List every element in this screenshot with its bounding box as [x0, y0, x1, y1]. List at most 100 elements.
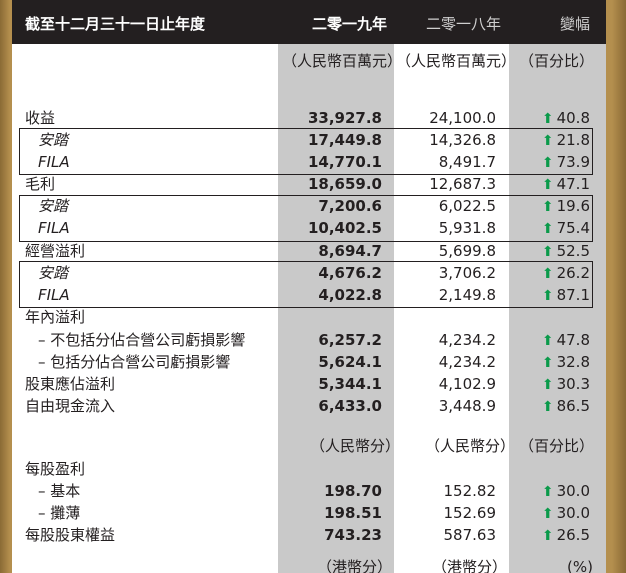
value-2018: 12,687.3 — [429, 175, 496, 193]
unit-2019-hk-cents: （港幣分） — [317, 558, 393, 573]
value-2019: 33,927.8 — [307, 109, 382, 127]
table-row: 安踏 7,200.6 6,022.5 ⬆ 19.6 — [12, 195, 606, 217]
value-2018: 152.82 — [443, 482, 497, 500]
row-label: 安踏 — [38, 264, 69, 282]
row-label: – 包括分佔合營公司虧損影響 — [38, 353, 231, 371]
table-row: – 攤薄 198.51 152.69 ⬆ 30.0 — [12, 502, 606, 524]
value-2019: 8,694.7 — [318, 242, 382, 260]
value-2018: 24,100.0 — [429, 109, 496, 127]
change-value: 87.1 — [556, 286, 590, 304]
change-value: 19.6 — [556, 197, 590, 215]
table-row: 經營溢利 8,694.7 5,699.8 ⬆ 52.5 — [12, 240, 606, 262]
table-row: 安踏 4,676.2 3,706.2 ⬆ 26.2 — [12, 262, 606, 284]
change-percent: ⬆ 30.0 — [542, 480, 590, 503]
change-value: 30.3 — [556, 375, 590, 393]
table-row: 自由現金流入 6,433.0 3,448.9 ⬆ 86.5 — [12, 395, 606, 417]
row-label: 每股盈利 — [25, 460, 86, 478]
change-percent: ⬆ 26.2 — [542, 262, 590, 285]
change-value: 32.8 — [556, 353, 590, 371]
table-row: 毛利 18,659.0 12,687.3 ⬆ 47.1 — [12, 173, 606, 195]
value-2018: 3,448.9 — [438, 397, 496, 415]
unit-2019-rmb-cents: （人民幣分） — [310, 437, 401, 455]
unit-2018-rmb-million: （人民幣百萬元） — [396, 52, 517, 70]
change-value: 30.0 — [556, 482, 590, 500]
row-label: FILA — [38, 219, 70, 237]
value-2019: 10,402.5 — [307, 219, 382, 237]
table-row: 年內溢利 — [12, 306, 606, 328]
row-label: 安踏 — [38, 131, 69, 149]
change-value: 75.4 — [556, 219, 590, 237]
change-percent: ⬆ 30.3 — [542, 373, 590, 396]
change-value: 47.1 — [556, 175, 590, 193]
row-label: – 攤薄 — [38, 504, 81, 522]
unit-2018-rmb-cents: （人民幣分） — [425, 437, 516, 455]
table-row: – 基本 198.70 152.82 ⬆ 30.0 — [12, 480, 606, 502]
change-percent: ⬆ 87.1 — [542, 284, 590, 307]
up-arrow-icon: ⬆ — [541, 288, 554, 304]
table-row: – 包括分佔合營公司虧損影響 5,624.1 4,234.2 ⬆ 32.8 — [12, 351, 606, 373]
value-2019: 4,676.2 — [318, 264, 382, 282]
value-2018: 4,234.2 — [438, 353, 496, 371]
table-row: – 不包括分佔合營公司虧損影響 6,257.2 4,234.2 ⬆ 47.8 — [12, 329, 606, 351]
unit-2019-rmb-million: （人民幣百萬元） — [282, 52, 403, 70]
change-percent: ⬆ 21.8 — [542, 129, 590, 152]
value-2019: 7,200.6 — [318, 197, 382, 215]
unit-change-percent-2: （百分比） — [519, 437, 595, 455]
unit-2018-hk-cents: （港幣分） — [432, 558, 508, 573]
header-change: 變幅 — [560, 15, 591, 33]
value-2018: 587.63 — [443, 526, 497, 544]
value-2018: 4,102.9 — [438, 375, 496, 393]
header-year-label: 截至十二月三十一日止年度 — [25, 15, 206, 33]
up-arrow-icon: ⬆ — [541, 506, 554, 522]
value-2018: 3,706.2 — [438, 264, 496, 282]
up-arrow-icon: ⬆ — [541, 111, 554, 127]
row-label: 毛利 — [25, 175, 56, 193]
value-2019: 4,022.8 — [318, 286, 382, 304]
change-percent: ⬆ 26.5 — [542, 524, 590, 547]
row-label: 經營溢利 — [25, 242, 86, 260]
change-value: 52.5 — [556, 242, 590, 260]
change-value: 30.0 — [556, 504, 590, 522]
change-percent: ⬆ 52.5 — [542, 240, 590, 263]
value-2018: 152.69 — [443, 504, 497, 522]
change-percent: ⬆ 47.1 — [542, 173, 590, 196]
row-label: 自由現金流入 — [25, 397, 116, 415]
change-percent: ⬆ 30.0 — [542, 502, 590, 525]
value-2019: 5,624.1 — [318, 353, 382, 371]
row-label: 股東應佔溢利 — [25, 375, 116, 393]
up-arrow-icon: ⬆ — [541, 528, 554, 544]
value-2019: 198.51 — [324, 504, 382, 522]
change-percent: ⬆ 19.6 — [542, 195, 590, 218]
change-percent: ⬆ 73.9 — [542, 151, 590, 174]
value-2018: 5,931.8 — [438, 219, 496, 237]
value-2019: 5,344.1 — [318, 375, 382, 393]
change-percent: ⬆ 40.8 — [542, 107, 590, 130]
change-percent: ⬆ 32.8 — [542, 351, 590, 374]
up-arrow-icon: ⬆ — [541, 133, 554, 149]
up-arrow-icon: ⬆ — [541, 155, 554, 171]
header-2019: 二零一九年 — [312, 15, 388, 33]
row-label: – 不包括分佔合營公司虧損影響 — [38, 331, 246, 349]
row-label: 安踏 — [38, 197, 69, 215]
value-2018: 6,022.5 — [438, 197, 496, 215]
value-2019: 6,433.0 — [318, 397, 382, 415]
change-percent: ⬆ 47.8 — [542, 329, 590, 352]
unit-change-pct-symbol: (%) — [567, 558, 593, 573]
value-2019: 18,659.0 — [307, 175, 382, 193]
change-value: 21.8 — [556, 131, 590, 149]
row-label: FILA — [38, 153, 70, 171]
value-2018: 5,699.8 — [438, 242, 496, 260]
value-2019: 17,449.8 — [307, 131, 382, 149]
unit-change-percent: （百分比） — [519, 52, 595, 70]
value-2019: 14,770.1 — [307, 153, 382, 171]
change-value: 47.8 — [556, 331, 590, 349]
table-row: 收益 33,927.8 24,100.0 ⬆ 40.8 — [12, 107, 606, 129]
change-percent: ⬆ 86.5 — [542, 395, 590, 418]
up-arrow-icon: ⬆ — [541, 399, 554, 415]
value-2018: 2,149.8 — [438, 286, 496, 304]
table-header: 截至十二月三十一日止年度 二零一九年 二零一八年 變幅 — [12, 0, 606, 44]
value-2019: 743.23 — [324, 526, 382, 544]
table-row: 安踏 17,449.8 14,326.8 ⬆ 21.8 — [12, 129, 606, 151]
up-arrow-icon: ⬆ — [541, 484, 554, 500]
up-arrow-icon: ⬆ — [541, 355, 554, 371]
